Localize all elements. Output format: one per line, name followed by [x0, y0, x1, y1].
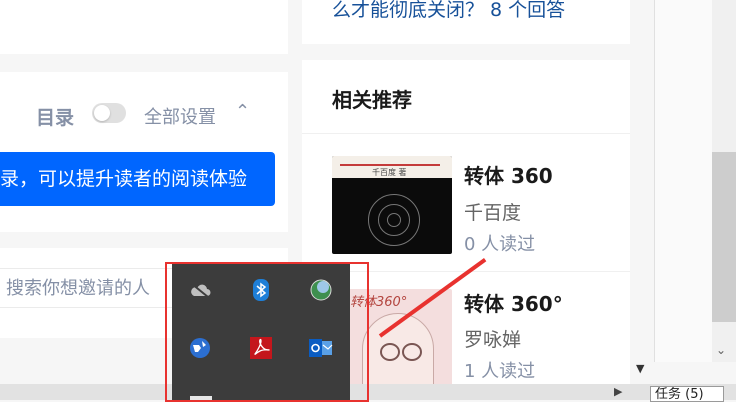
side-pane	[654, 0, 713, 362]
cover-glasses	[402, 343, 422, 361]
scroll-right-icon[interactable]: ▶	[614, 385, 622, 398]
book-author: 千百度	[464, 202, 522, 224]
cover-ring	[387, 213, 401, 227]
book-author: 罗咏婵	[464, 329, 522, 351]
scroll-down-icon[interactable]: ▼	[636, 362, 644, 375]
toc-tip-banner: 录，可以提升读者的阅读体验	[0, 152, 275, 206]
cover-rule	[340, 164, 440, 166]
chevron-up-icon[interactable]: ⌃	[235, 101, 250, 122]
toc-label: 目录	[36, 107, 75, 129]
related-question-link[interactable]: 么才能彻底关闭？ 8 个回答	[332, 0, 565, 22]
book-readers: 0 人读过	[464, 234, 536, 255]
recommendations-title: 相关推荐	[332, 88, 412, 112]
divider	[302, 133, 630, 134]
all-settings-button[interactable]: 全部设置	[144, 103, 216, 129]
cover-glasses	[380, 343, 400, 361]
book-title[interactable]: 转体 360	[464, 160, 553, 189]
book-title[interactable]: 转体 360°	[464, 288, 563, 317]
toc-toggle[interactable]	[92, 103, 126, 123]
cover-author: 千百度 著	[372, 168, 407, 177]
scrollbar-thumb[interactable]	[712, 152, 736, 322]
editor-top-card	[0, 0, 288, 54]
toggle-knob	[94, 105, 110, 121]
book-readers: 1 人读过	[464, 361, 536, 382]
book-cover[interactable]: 千百度 著	[332, 156, 452, 254]
scroll-down-icon[interactable]: ⌄	[716, 343, 726, 357]
highlight-box	[165, 262, 369, 402]
